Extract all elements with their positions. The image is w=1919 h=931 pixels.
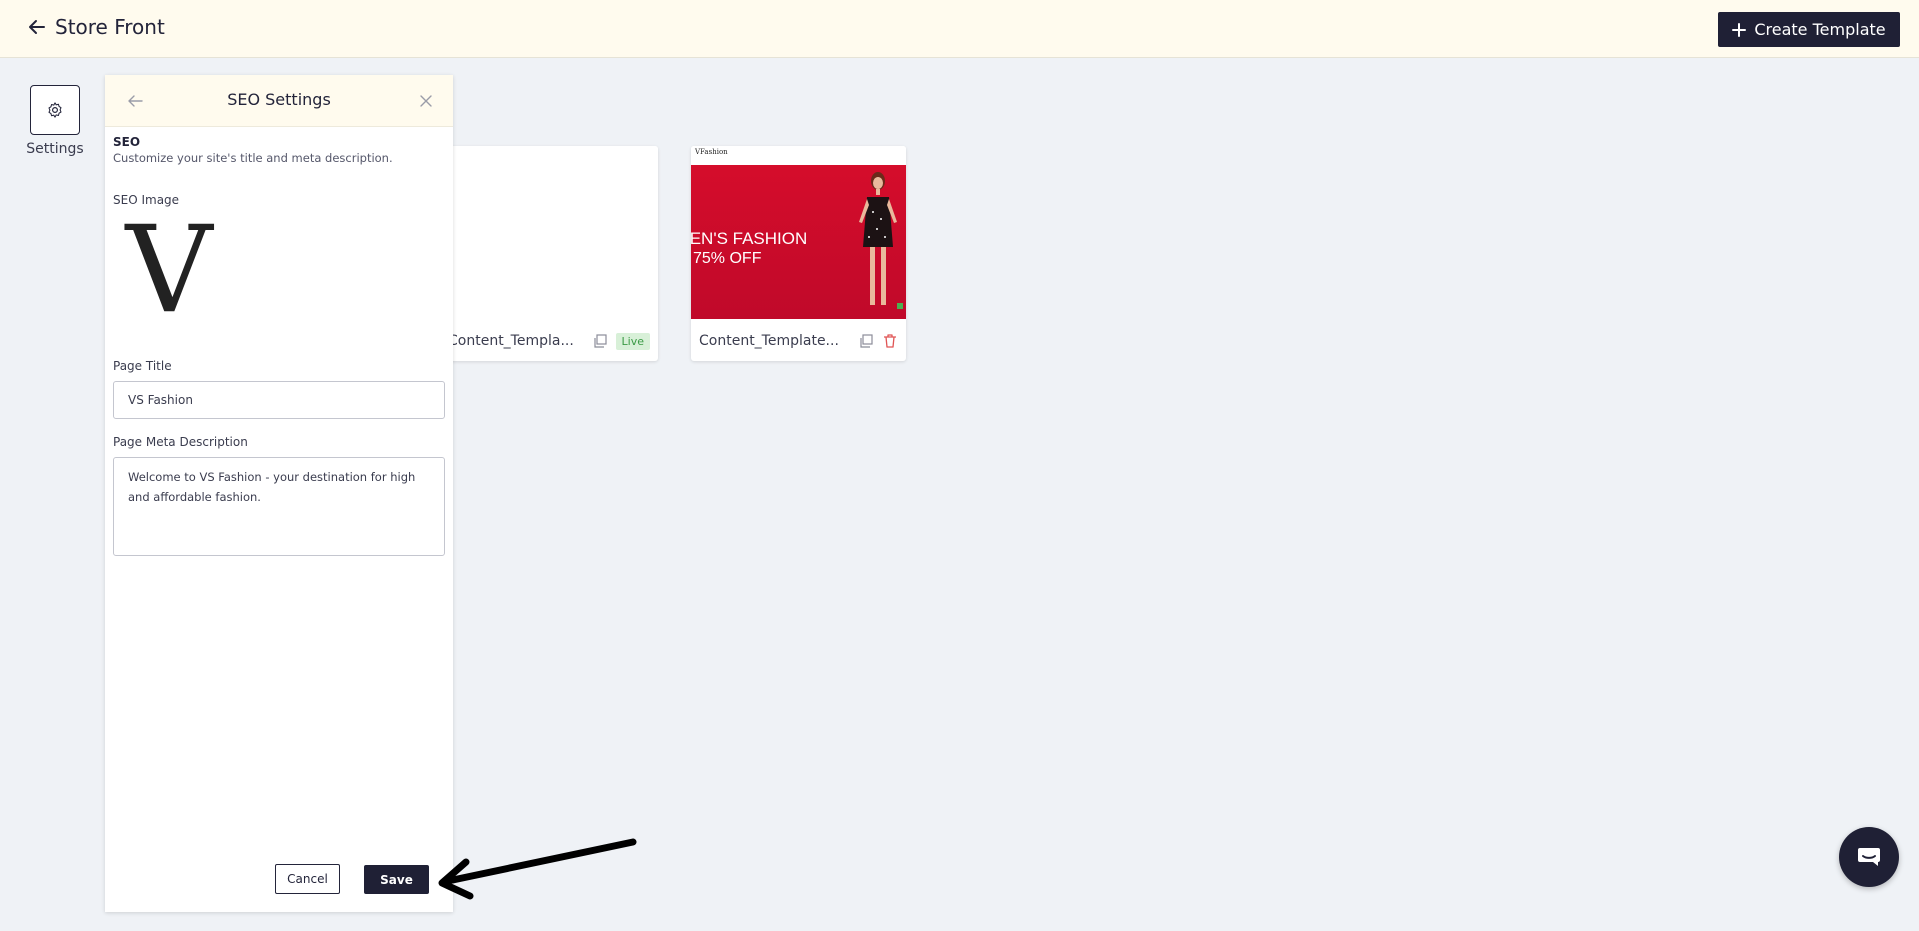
template-thumbnail[interactable]: VFashion IEN'S FASHION 75% OFF <box>691 146 906 319</box>
back-button[interactable] <box>26 16 48 38</box>
settings-button[interactable] <box>30 85 80 135</box>
chat-icon <box>1858 848 1880 866</box>
status-dot <box>897 303 903 309</box>
section-title: SEO <box>113 135 141 149</box>
meta-description-input[interactable]: Welcome to VS Fashion - your destination… <box>113 457 445 556</box>
template-name: Content_Templa... <box>448 333 574 349</box>
save-button[interactable]: Save <box>364 865 429 894</box>
template-card[interactable]: VFashion IEN'S FASHION 75% OFF Content_T… <box>691 146 906 361</box>
template-card[interactable]: Content_Templa... Live <box>440 146 658 361</box>
top-bar: Store Front Create Template <box>0 0 1919 58</box>
page-title-input[interactable] <box>113 381 445 419</box>
annotation-arrow <box>438 838 637 900</box>
banner-offer: 75% OFF <box>693 250 762 267</box>
panel-title: SEO Settings <box>227 90 331 109</box>
copy-icon[interactable] <box>592 333 608 349</box>
chat-button[interactable] <box>1839 827 1899 887</box>
create-template-button[interactable]: Create Template <box>1718 12 1900 47</box>
gear-icon <box>48 102 62 118</box>
trash-icon[interactable] <box>882 333 898 349</box>
banner-headline: IEN'S FASHION <box>691 229 808 248</box>
create-template-label: Create Template <box>1754 20 1886 39</box>
template-card-footer: Content_Template... <box>691 321 906 361</box>
live-badge: Live <box>615 332 650 350</box>
settings-label: Settings <box>26 141 84 157</box>
plus-icon <box>1732 22 1747 37</box>
model-image <box>859 172 897 305</box>
cancel-button[interactable]: Cancel <box>275 864 340 894</box>
section-description: Customize your site's title and meta des… <box>113 151 393 165</box>
thumbnail-logo: VFashion <box>695 148 728 156</box>
page-title-label: Page Title <box>113 359 172 373</box>
meta-description-label: Page Meta Description <box>113 435 248 449</box>
template-card-footer: Content_Templa... Live <box>440 321 658 361</box>
template-name: Content_Template... <box>699 333 839 349</box>
seo-image-letter: V <box>125 201 213 340</box>
panel-header: SEO Settings <box>105 75 453 127</box>
seo-image[interactable]: V <box>113 211 225 331</box>
thumbnail-nav: VFashion <box>691 146 906 164</box>
copy-icon[interactable] <box>858 333 874 349</box>
template-thumbnail[interactable] <box>440 146 658 319</box>
page-title: Store Front <box>55 15 165 39</box>
thumbnail-banner: IEN'S FASHION 75% OFF <box>691 165 906 319</box>
seo-settings-panel: SEO Settings SEO Customize your site's t… <box>105 75 453 912</box>
close-icon[interactable] <box>417 92 435 110</box>
arrow-left-icon <box>29 20 45 34</box>
